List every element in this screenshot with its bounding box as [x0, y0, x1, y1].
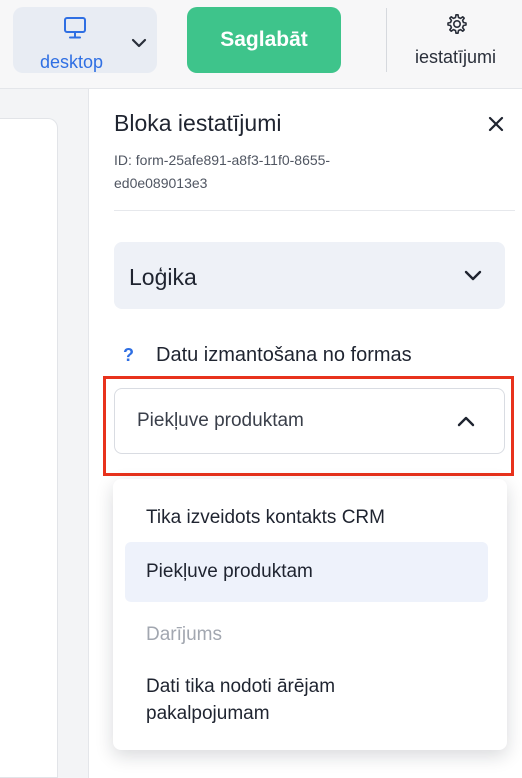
gear-icon: [447, 14, 467, 35]
top-toolbar: desktop Saglabāt iestatījumi: [0, 0, 522, 89]
option-product-access[interactable]: Piekļuve produktam: [125, 542, 488, 602]
option-crm-contact[interactable]: Tika izveidots kontakts CRM: [125, 496, 488, 540]
save-button[interactable]: Saglabāt: [187, 7, 341, 73]
panel-title: Bloka iestatījumi: [114, 110, 282, 136]
select-dropdown-menu: Tika izveidots kontakts CRM Piekļuve pro…: [113, 479, 507, 750]
settings-button[interactable]: iestatījumi: [406, 8, 516, 72]
help-icon[interactable]: ?: [123, 345, 134, 366]
chevron-down-icon: [464, 270, 482, 281]
form-data-usage-select[interactable]: Piekļuve produktam: [114, 388, 505, 454]
form-data-usage-label: Datu izmantošana no formas: [156, 344, 412, 366]
logic-section-toggle[interactable]: Loģika: [114, 242, 505, 309]
toolbar-divider: [386, 8, 387, 72]
panel-divider: [114, 210, 515, 211]
block-id: ID: form-25afe891-a8f3-11f0-8655-ed0e089…: [114, 152, 331, 191]
monitor-icon: [64, 17, 86, 39]
option-external-service[interactable]: Dati tika nodoti ārējam pakalpojumam: [125, 673, 488, 729]
device-select-label: desktop: [40, 52, 104, 72]
option-deal: Darījums: [146, 624, 223, 645]
chevron-down-icon: [131, 38, 147, 48]
chevron-up-icon: [457, 416, 475, 427]
select-value: Piekļuve produktam: [137, 410, 304, 431]
canvas-block[interactable]: [0, 118, 58, 778]
settings-label: iestatījumi: [415, 47, 497, 67]
device-select[interactable]: desktop: [13, 7, 157, 73]
logic-section-title: Loģika: [129, 264, 197, 290]
close-icon[interactable]: [486, 114, 506, 134]
